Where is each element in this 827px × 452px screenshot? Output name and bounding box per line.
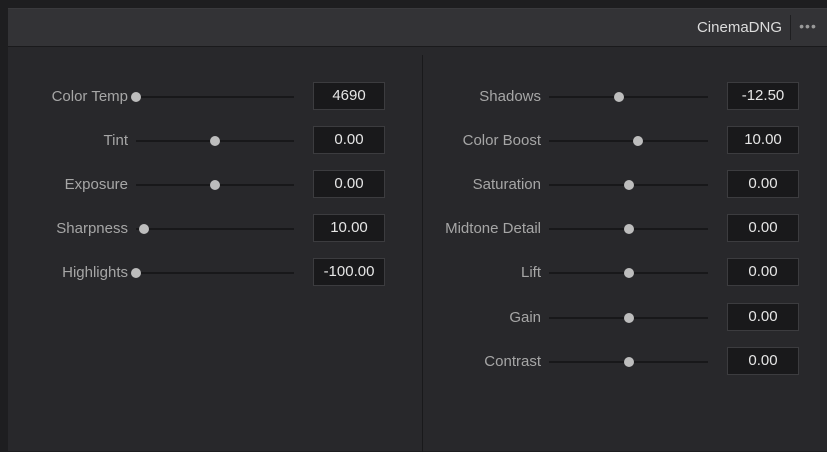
sharpness-slider-track[interactable]	[136, 228, 294, 230]
tint-slider-handle[interactable]	[210, 136, 220, 146]
exposure-label: Exposure	[64, 176, 128, 193]
gain-slider-handle[interactable]	[623, 313, 634, 323]
color-boost-slider-handle[interactable]	[633, 136, 644, 146]
color-temp-value-field[interactable]: 4690	[313, 82, 385, 110]
contrast-value-field[interactable]: 0.00	[727, 347, 799, 375]
midtone-detail-value-field[interactable]: 0.00	[727, 214, 799, 242]
param-row-shadows: Shadows -12.50	[422, 82, 822, 112]
saturation-slider-handle[interactable]	[623, 180, 634, 190]
param-row-midtone-detail: Midtone Detail 0.00	[422, 214, 822, 244]
lift-slider-handle[interactable]	[623, 268, 634, 278]
color-temp-slider-handle[interactable]	[131, 92, 141, 102]
sharpness-slider-handle[interactable]	[138, 224, 149, 234]
midtone-detail-label: Midtone Detail	[445, 220, 541, 237]
shadows-slider-track[interactable]	[549, 96, 708, 98]
contrast-label: Contrast	[484, 353, 541, 370]
gain-label: Gain	[509, 309, 541, 326]
param-row-saturation: Saturation 0.00	[422, 170, 822, 200]
tint-label: Tint	[103, 132, 128, 149]
param-row-highlights: Highlights -100.00	[8, 258, 408, 288]
param-row-color-temp: Color Temp 4690	[8, 82, 408, 112]
saturation-label: Saturation	[472, 176, 541, 193]
color-temp-label: Color Temp	[51, 88, 128, 105]
midtone-detail-slider-handle[interactable]	[623, 224, 634, 234]
param-row-tint: Tint 0.00	[8, 126, 408, 156]
exposure-slider-handle[interactable]	[210, 180, 220, 190]
color-temp-slider-track[interactable]	[136, 96, 294, 98]
lift-label: Lift	[520, 264, 541, 281]
highlights-value-field[interactable]: -100.00	[313, 258, 385, 286]
highlights-slider-track[interactable]	[136, 272, 294, 274]
sharpness-label: Sharpness	[56, 220, 128, 237]
panel-title: CinemaDNG	[696, 19, 782, 36]
shadows-label: Shadows	[479, 88, 541, 105]
param-row-contrast: Contrast 0.00	[422, 347, 822, 377]
param-row-color-boost: Color Boost 10.00	[422, 126, 822, 156]
param-row-lift: Lift 0.00	[422, 258, 822, 288]
highlights-label: Highlights	[62, 264, 128, 281]
gain-value-field[interactable]: 0.00	[727, 303, 799, 331]
color-boost-slider-track[interactable]	[549, 140, 708, 142]
tint-value-field[interactable]: 0.00	[313, 126, 385, 154]
param-row-sharpness: Sharpness 10.00	[8, 214, 408, 244]
color-boost-label: Color Boost	[462, 132, 541, 149]
contrast-slider-handle[interactable]	[623, 357, 634, 367]
exposure-value-field[interactable]: 0.00	[313, 170, 385, 198]
param-row-exposure: Exposure 0.00	[8, 170, 408, 200]
sharpness-value-field[interactable]: 10.00	[313, 214, 385, 242]
column-divider	[422, 55, 423, 452]
param-row-gain: Gain 0.00	[422, 303, 822, 333]
highlights-slider-handle[interactable]	[131, 268, 141, 278]
header-separator	[790, 15, 791, 40]
lift-value-field[interactable]: 0.00	[727, 258, 799, 286]
shadows-value-field[interactable]: -12.50	[727, 82, 799, 110]
color-boost-value-field[interactable]: 10.00	[727, 126, 799, 154]
saturation-value-field[interactable]: 0.00	[727, 170, 799, 198]
cinemadng-panel: CinemaDNG ••• Color Temp 4690 Tint 0.00 Expo…	[8, 8, 827, 452]
panel-header: CinemaDNG •••	[8, 9, 827, 47]
shadows-slider-handle[interactable]	[613, 92, 624, 102]
more-options-icon[interactable]: •••	[793, 9, 823, 46]
